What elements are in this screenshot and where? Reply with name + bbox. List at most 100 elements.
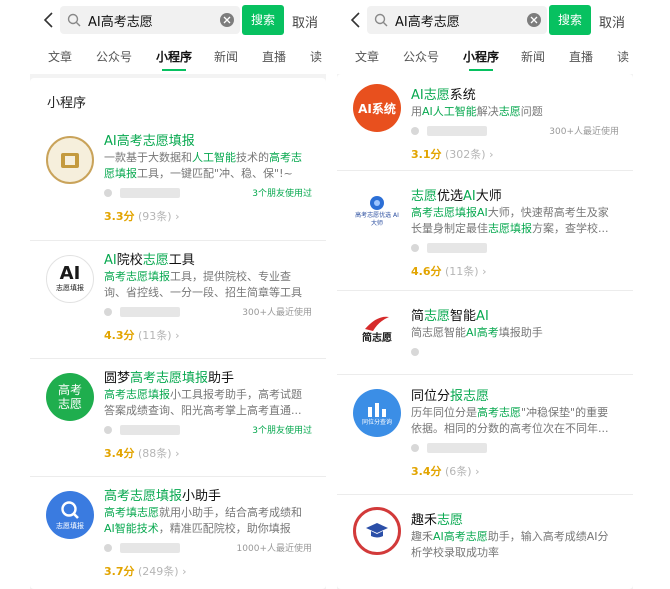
list-item[interactable]: AI高考志愿填报 一款基于大数据和人工智能技术的高考志愿填报工具，一键匹配"冲、…: [30, 122, 326, 240]
avatar-dot: [104, 308, 112, 316]
search-box[interactable]: AI高考志愿: [60, 6, 240, 34]
item-description: 用AI人工智能解决志愿问题: [411, 104, 619, 120]
cancel-button[interactable]: 取消: [292, 12, 318, 31]
highlighted-text: 高考志愿填报: [104, 489, 183, 504]
avatar-dot: [104, 189, 112, 197]
highlighted-text: AI: [463, 189, 476, 204]
item-rating: 3.4分 (88条) ›: [104, 447, 180, 460]
tab-mini-programs[interactable]: 小程序: [156, 48, 192, 71]
highlighted-text: 高考志愿填报: [130, 371, 209, 386]
building-icon: [368, 402, 386, 417]
tab-news[interactable]: 新闻: [521, 48, 545, 65]
highlighted-text: 报志愿: [450, 389, 490, 404]
search-input[interactable]: AI高考志愿: [88, 11, 153, 30]
tab-live[interactable]: 直播: [569, 48, 593, 65]
section-label: 小程序: [47, 96, 87, 111]
app-logo-bars: 同位分查询: [353, 389, 401, 437]
app-logo-seal: [46, 136, 94, 184]
item-title: AI志愿系统: [411, 84, 476, 103]
app-logo-quhe: [353, 507, 401, 555]
list-item[interactable]: 同位分查询 同位分报志愿 历年同位分是高考志愿"冲稳保垫"的重要依据。相同的分数…: [337, 374, 633, 494]
app-logo-ai-master: 高考志愿优选 AI大师: [353, 187, 401, 235]
item-rating: 4.3分 (11条) ›: [104, 329, 180, 342]
item-title: AI高考志愿填报: [104, 130, 195, 149]
text-segment: 院校: [116, 253, 143, 268]
list-item[interactable]: AI系统 AI志愿系统 用AI人工智能解决志愿问题 300+人最近使用 3.1分…: [337, 74, 633, 170]
list-item[interactable]: 高考志愿优选 AI大师 志愿优选AI大师 高考志愿填报AI大师，快速帮高考生及家…: [337, 170, 633, 290]
right-search-screen: AI高考志愿 搜索 取消 文章 公众号 小程序 新闻 直播 读 AI系统 AI志…: [337, 0, 633, 589]
highlighted-text: AI: [476, 309, 489, 324]
text-segment: 就用小助手，结合高考成绩和: [159, 506, 302, 519]
result-tabs: 文章 公众号 小程序 新闻 直播 读: [30, 40, 326, 74]
mini-program-results: AI系统 AI志愿系统 用AI人工智能解决志愿问题 300+人最近使用 3.1分…: [337, 74, 633, 589]
usage-text: 3个朋友使用过: [252, 189, 312, 199]
item-meta: [411, 241, 619, 255]
item-rating: 3.1分 (302条) ›: [411, 148, 494, 161]
back-arrow-icon[interactable]: [349, 12, 363, 28]
list-item[interactable]: 简志愿 简志愿智能AI 简志愿智能AI高考填报助手: [337, 290, 633, 374]
clear-icon[interactable]: [220, 13, 234, 27]
list-item[interactable]: 高考志愿 圆梦高考志愿填报助手 高考志愿填报小工具报考助手，高考试题答案成绩查询…: [30, 358, 326, 476]
text-segment: 解决: [476, 105, 499, 118]
blurred-name: [120, 307, 180, 317]
text-segment: 智能: [450, 309, 477, 324]
tab-official-accounts[interactable]: 公众号: [403, 48, 439, 65]
tab-read[interactable]: 读: [310, 48, 322, 65]
usage-text: 300+人最近使用: [242, 308, 312, 318]
tab-articles[interactable]: 文章: [48, 48, 72, 65]
app-logo-blue: 志愿填报: [46, 491, 94, 539]
item-rating: 4.6分 (11条) ›: [411, 265, 487, 278]
item-title: AI院校志愿工具: [104, 249, 195, 268]
app-logo-orange: AI系统: [353, 84, 401, 132]
highlighted-text: AI高考志愿: [433, 530, 488, 543]
tab-read[interactable]: 读: [617, 48, 629, 65]
item-description: 历年同位分是高考志愿"冲稳保垫"的重要依据。相同的分数的高考位次在不同年...: [411, 405, 619, 437]
tab-live[interactable]: 直播: [262, 48, 286, 65]
search-button[interactable]: 搜索: [549, 5, 591, 35]
text-segment: 历年同位分是: [411, 406, 477, 419]
highlighted-text: 高考志愿填报: [104, 270, 170, 283]
highlighted-text: 高考志愿: [477, 406, 521, 419]
search-icon: [67, 13, 81, 27]
item-description: 高考志愿填报AI大师，快速帮高考生及家长量身制定最佳志愿填报方案，查学校...: [411, 205, 619, 237]
highlighted-text: 志愿: [142, 253, 169, 268]
text-segment: 优选: [437, 189, 464, 204]
left-search-screen: AI高考志愿 搜索 取消 文章 公众号 小程序 新闻 直播 读 小程序 AI高考…: [30, 0, 326, 589]
back-arrow-icon[interactable]: [42, 12, 56, 28]
blurred-name: [120, 425, 180, 435]
item-meta: [411, 345, 619, 359]
blurred-name: [427, 126, 487, 136]
text-segment: 技术的: [236, 151, 269, 164]
ai-head-icon: [370, 196, 384, 210]
item-title: 高考志愿填报小助手: [104, 485, 221, 504]
blurred-name: [427, 243, 487, 253]
list-item[interactable]: 志愿填报 高考志愿填报小助手 高考填志愿就用小助手，结合高考成绩和AI智能技术，…: [30, 476, 326, 589]
highlighted-text: 高考志愿填报AI: [411, 206, 488, 219]
usage-text: 3个朋友使用过: [252, 426, 312, 436]
search-input[interactable]: AI高考志愿: [395, 11, 460, 30]
list-item[interactable]: AI 志愿填报 AI院校志愿工具 高考志愿填报工具，提供院校、专业查询、省控线、…: [30, 240, 326, 358]
search-button[interactable]: 搜索: [242, 5, 284, 35]
highlighted-text: 高考填志愿: [104, 506, 159, 519]
list-item[interactable]: 趣禾志愿 趣禾AI高考志愿助手，输入高考成绩AI分析学校录取成功率: [337, 494, 633, 589]
text-segment: 大师: [475, 189, 502, 204]
search-box[interactable]: AI高考志愿: [367, 6, 547, 34]
highlighted-text: AI高考: [466, 326, 499, 339]
usage-text: 1000+人最近使用: [236, 544, 312, 554]
item-description: 高考志愿填报工具，提供院校、专业查询、省控线、一分一段、招生简章等工具: [104, 269, 312, 301]
tab-news[interactable]: 新闻: [214, 48, 238, 65]
item-description: 高考志愿填报小工具报考助手，高考试题答案成绩查询、阳光高考掌上高考直通...: [104, 387, 312, 419]
item-description: 一款基于大数据和人工智能技术的高考志愿填报工具，一键匹配"冲、稳、保"!~: [104, 150, 312, 182]
graduation-cap-icon: [366, 523, 388, 538]
tab-official-accounts[interactable]: 公众号: [96, 48, 132, 65]
item-title: 志愿优选AI大师: [411, 185, 502, 204]
highlighted-text: 志愿: [424, 309, 451, 324]
tab-articles[interactable]: 文章: [355, 48, 379, 65]
text-segment: 工具: [168, 253, 195, 268]
item-title: 趣禾志愿: [411, 509, 463, 528]
avatar-dot: [411, 127, 419, 135]
tab-mini-programs[interactable]: 小程序: [463, 48, 499, 71]
cancel-button[interactable]: 取消: [599, 12, 625, 31]
mini-program-results: 小程序 AI高考志愿填报 一款基于大数据和人工智能技术的高考志愿填报工具，一键匹…: [30, 78, 326, 589]
clear-icon[interactable]: [527, 13, 541, 27]
